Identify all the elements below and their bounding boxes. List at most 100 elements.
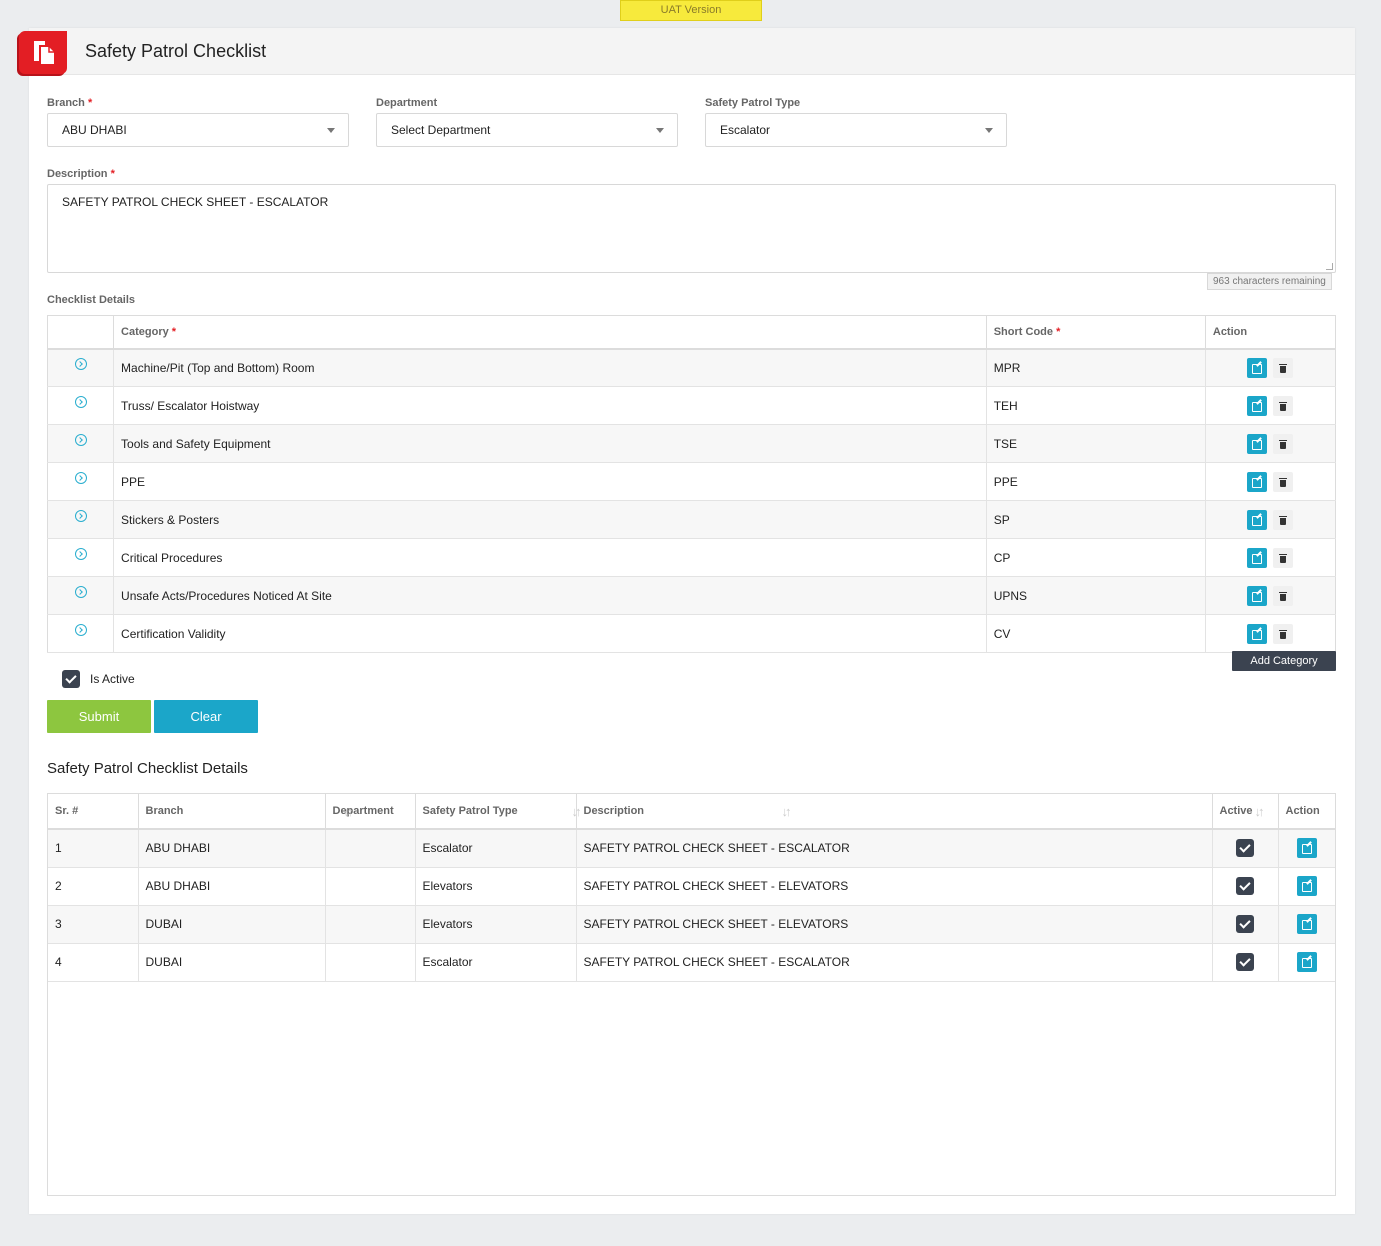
uat-version-banner: UAT Version (620, 0, 762, 21)
page-title: Safety Patrol Checklist (85, 41, 267, 61)
chevron-circle-right-icon[interactable] (75, 624, 87, 636)
description-textarea[interactable]: SAFETY PATROL CHECK SHEET - ESCALATOR (47, 184, 1336, 273)
expand-cell (47, 424, 115, 463)
category-column-header: Category * (113, 315, 987, 350)
short-code-cell: CV (986, 614, 1206, 653)
description-cell: SAFETY PATROL CHECK SHEET - ELEVATORS (576, 905, 1213, 944)
is-active-checkbox[interactable] (62, 670, 80, 688)
patrol-type-select[interactable]: Escalator (705, 113, 1007, 147)
edit-icon[interactable] (1247, 547, 1268, 568)
action-cell (1205, 462, 1336, 501)
action-cell (1205, 538, 1336, 577)
trash-icon[interactable] (1273, 433, 1294, 454)
sr-column-header[interactable]: Sr. # (48, 794, 139, 830)
action-column-header: Action (1205, 315, 1336, 350)
action-cell (1205, 424, 1336, 463)
edit-icon[interactable] (1247, 509, 1268, 530)
checklist-row: Unsafe Acts/Procedures Noticed At Site UP… (47, 576, 1336, 615)
action-cell (1278, 943, 1335, 982)
caret-down-icon (656, 128, 664, 133)
active-checkbox[interactable] (1236, 953, 1254, 971)
type-cell: Elevators (415, 905, 577, 944)
category-cell: Certification Validity (113, 614, 987, 653)
clear-button[interactable]: Clear (154, 700, 258, 733)
chevron-circle-right-icon[interactable] (75, 510, 87, 522)
department-cell (325, 867, 416, 906)
category-cell: PPE (113, 462, 987, 501)
patrol-type-label: Safety Patrol Type (705, 97, 801, 109)
trash-icon[interactable] (1273, 357, 1294, 378)
type-cell: Escalator (415, 943, 577, 982)
edit-icon[interactable] (1296, 876, 1317, 896)
chevron-circle-right-icon[interactable] (75, 434, 87, 446)
active-checkbox[interactable] (1236, 877, 1254, 895)
checklist-row: PPE PPE (47, 462, 1336, 501)
edit-icon[interactable] (1296, 838, 1317, 859)
sr-cell: 2 (48, 867, 139, 906)
action-column-header: Action (1278, 794, 1335, 830)
edit-icon[interactable] (1247, 433, 1268, 454)
action-cell (1205, 386, 1336, 425)
main-card: Safety Patrol Checklist Branch * ABU DHA… (19, 28, 1355, 1214)
type-cell: Elevators (415, 867, 577, 906)
edit-icon[interactable] (1247, 357, 1268, 378)
edit-icon[interactable] (1247, 623, 1268, 644)
active-cell (1212, 943, 1279, 982)
department-column-header[interactable]: Department ↓↑ (325, 794, 416, 830)
details-title: Safety Patrol Checklist Details (47, 760, 248, 777)
edit-icon[interactable] (1247, 471, 1268, 492)
checklist-row: Stickers & Posters SP (47, 500, 1336, 539)
trash-icon[interactable] (1273, 547, 1294, 568)
expand-cell (47, 614, 115, 653)
trash-icon[interactable] (1273, 509, 1294, 530)
description-cell: SAFETY PATROL CHECK SHEET - ELEVATORS (576, 867, 1213, 906)
edit-icon[interactable] (1296, 914, 1317, 934)
department-select[interactable]: Select Department (376, 113, 678, 147)
action-cell (1205, 614, 1336, 653)
department-cell (325, 829, 416, 868)
category-cell: Critical Procedures (113, 538, 987, 577)
type-cell: Escalator (415, 829, 577, 868)
branch-label: Branch * (47, 97, 93, 109)
trash-icon[interactable] (1273, 471, 1294, 492)
edit-icon[interactable] (1247, 585, 1268, 606)
branch-cell: ABU DHABI (138, 867, 326, 906)
trash-icon[interactable] (1273, 585, 1294, 606)
expand-cell (47, 538, 115, 577)
trash-icon[interactable] (1273, 623, 1294, 644)
active-checkbox[interactable] (1236, 915, 1254, 933)
action-cell (1205, 500, 1336, 539)
short-code-cell: CP (986, 538, 1206, 577)
chevron-circle-right-icon[interactable] (75, 396, 87, 408)
active-cell (1212, 905, 1279, 944)
chevron-circle-right-icon[interactable] (75, 586, 87, 598)
description-column-header[interactable]: Description ↓↑ (576, 794, 1213, 830)
expand-cell (47, 500, 115, 539)
chevron-circle-right-icon[interactable] (75, 358, 87, 371)
type-column-header[interactable]: Safety Patrol Type ↓↑ (415, 794, 582, 830)
checklist-row: Truss/ Escalator Hoistway TEH (47, 386, 1336, 425)
page-header: Safety Patrol Checklist (19, 28, 1355, 75)
branch-select[interactable]: ABU DHABI (47, 113, 349, 147)
trash-icon[interactable] (1273, 395, 1294, 416)
chevron-circle-right-icon[interactable] (75, 548, 87, 560)
checklist-row: Critical Procedures CP (47, 538, 1336, 577)
branch-column-header[interactable]: Branch (138, 794, 326, 830)
checklist-row: Machine/Pit (Top and Bottom) Room MPR (47, 348, 1336, 387)
short-code-cell: PPE (986, 462, 1206, 501)
active-cell (1212, 829, 1279, 868)
branch-cell: ABU DHABI (138, 829, 326, 868)
description-label: Description * (47, 168, 115, 180)
resize-handle-icon[interactable] (1326, 263, 1333, 270)
active-checkbox[interactable] (1236, 839, 1254, 858)
chars-remaining: 963 characters remaining (1207, 273, 1332, 290)
description-cell: SAFETY PATROL CHECK SHEET - ESCALATOR (576, 829, 1213, 868)
short-code-cell: TEH (986, 386, 1206, 425)
add-category-button[interactable]: Add Category (1232, 651, 1336, 671)
submit-button[interactable]: Submit (47, 700, 151, 733)
active-column-header[interactable]: Active ↓↑ (1212, 794, 1279, 830)
edit-icon[interactable] (1296, 952, 1317, 972)
chevron-circle-right-icon[interactable] (75, 472, 87, 484)
edit-icon[interactable] (1247, 395, 1268, 416)
department-label: Department (376, 97, 438, 109)
